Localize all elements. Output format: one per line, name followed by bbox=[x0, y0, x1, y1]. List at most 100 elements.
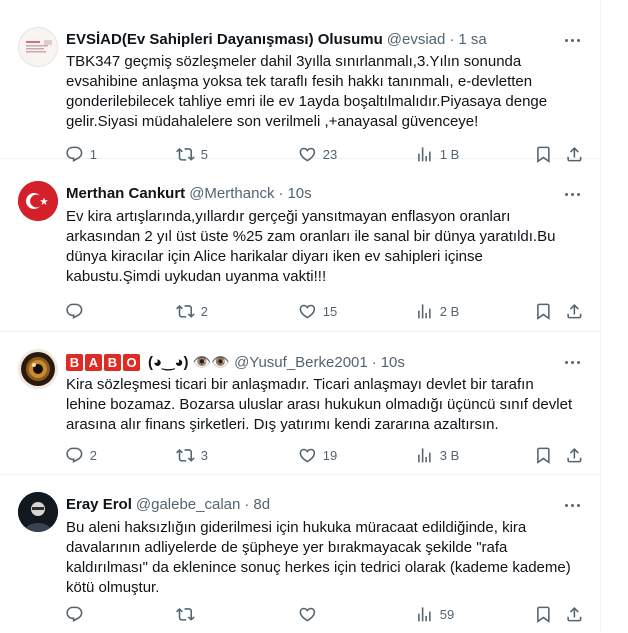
tweet-text: TBK347 geçmiş sözleşmeler dahil 3yılla s… bbox=[66, 52, 586, 132]
tweet-text-line: TBK347 geçmiş sözleşmeler dahil 3yılla s… bbox=[66, 53, 522, 70]
reply-button[interactable]: 2 bbox=[65, 446, 97, 465]
like-count: 15 bbox=[322, 303, 338, 319]
reply-feed: EVSİAD(Ev Sahipleri Dayanışması) Olusumu… bbox=[0, 0, 600, 633]
more-icon[interactable] bbox=[562, 30, 582, 50]
tweet[interactable]: Eray Erol @galebe_calan · 8d Bu aleni ha… bbox=[0, 475, 600, 633]
tweet-text-line: kötü olmuştur. bbox=[66, 579, 160, 596]
author-handle[interactable]: @Yusuf_Berke2001 bbox=[234, 354, 368, 371]
tweet[interactable]: EVSİAD(Ev Sahipleri Dayanışması) Olusumu… bbox=[0, 0, 600, 163]
bookmark-icon bbox=[534, 446, 553, 465]
timestamp[interactable]: 1 sa bbox=[458, 31, 486, 48]
tweet-text-line: kaldırılması" da eklenince sonuç herkes … bbox=[66, 559, 571, 576]
reply-count: 2 bbox=[89, 447, 97, 463]
like-button[interactable]: 15 bbox=[298, 302, 337, 321]
bookmark-icon bbox=[534, 605, 553, 624]
more-icon[interactable] bbox=[562, 352, 582, 372]
separator-dot: · bbox=[449, 31, 455, 48]
views-count: 3 B bbox=[439, 447, 460, 463]
views-button[interactable]: 3 B bbox=[415, 446, 459, 465]
tweet-text-line: dünya kiracılar için Alice harikalar diy… bbox=[66, 248, 483, 265]
avatar[interactable] bbox=[18, 27, 58, 67]
views-count: 2 B bbox=[439, 303, 460, 319]
tweet-text-line: gonderilebilecek tahliye emri ile ev 1ay… bbox=[66, 93, 548, 110]
action-bar: 59 bbox=[60, 605, 590, 625]
reply-button[interactable] bbox=[65, 302, 90, 321]
share-button[interactable] bbox=[565, 446, 584, 465]
author-handle[interactable]: @galebe_calan bbox=[136, 496, 240, 513]
tweet-text-line: gelir.Siyasi müdahalelere son verilmeli … bbox=[66, 113, 479, 130]
reply-button[interactable] bbox=[65, 605, 90, 624]
reply-icon bbox=[65, 446, 84, 465]
share-button[interactable] bbox=[565, 605, 584, 624]
views-button[interactable]: 59 bbox=[415, 605, 454, 624]
repost-count: 2 bbox=[200, 303, 208, 319]
timestamp[interactable]: 8d bbox=[253, 496, 270, 513]
separator-dot: · bbox=[244, 496, 250, 513]
heart-icon bbox=[298, 302, 317, 321]
tweet[interactable]: Merthan Cankurt @Merthanck · 10s Ev kira… bbox=[0, 159, 600, 332]
name-badge-letter: B bbox=[66, 354, 83, 371]
column-divider bbox=[600, 0, 601, 632]
heart-icon bbox=[298, 605, 317, 624]
reply-icon bbox=[65, 302, 84, 321]
author-name[interactable]: Eray Erol bbox=[66, 496, 132, 513]
avatar[interactable] bbox=[18, 492, 58, 532]
author-name-rest: (◕‿◕) 👁️👁️ bbox=[148, 354, 231, 371]
tweet-text-line: Ev kira artışlarında,yıllardır gerçeği y… bbox=[66, 208, 511, 225]
tweet-text-line: Bu aleni haksızlığın giderilmesi için hu… bbox=[66, 519, 527, 536]
share-icon bbox=[565, 605, 584, 624]
separator-dot: · bbox=[278, 185, 284, 202]
tweet-text: Kira sözleşmesi ticari bir anlaşmadır. T… bbox=[66, 375, 586, 435]
name-badge-letter: A bbox=[85, 354, 102, 371]
timestamp[interactable]: 10s bbox=[287, 185, 311, 202]
author-name[interactable]: EVSİAD(Ev Sahipleri Dayanışması) Olusumu bbox=[66, 31, 383, 48]
tweet[interactable]: B A B O (◕‿◕) 👁️👁️ @Yusuf_Berke2001 · 10s Ki… bbox=[0, 332, 600, 475]
bookmark-button[interactable] bbox=[534, 605, 553, 624]
separator-dot: · bbox=[371, 353, 377, 371]
views-icon bbox=[415, 446, 434, 465]
bookmark-button[interactable] bbox=[534, 446, 553, 465]
like-button[interactable] bbox=[298, 605, 323, 624]
views-icon bbox=[415, 302, 434, 321]
heart-icon bbox=[298, 446, 317, 465]
avatar[interactable] bbox=[18, 349, 58, 389]
name-badge-letter: O bbox=[123, 354, 140, 371]
repost-button[interactable] bbox=[176, 605, 201, 624]
tweet-text: Bu aleni haksızlığın giderilmesi için hu… bbox=[66, 518, 586, 598]
share-icon bbox=[565, 302, 584, 321]
reply-icon bbox=[65, 605, 84, 624]
author-name[interactable]: B A B O (◕‿◕) 👁️👁️ bbox=[66, 353, 230, 371]
views-button[interactable]: 2 B bbox=[415, 302, 459, 321]
tweet-text-line: davalarının adliyelerde de şüpheye yer b… bbox=[66, 539, 508, 556]
views-count: 59 bbox=[439, 606, 455, 622]
tweet-text-line: Kira sözleşmesi ticari bir anlaşmadır. T… bbox=[66, 376, 534, 393]
bookmark-icon bbox=[534, 302, 553, 321]
author-handle[interactable]: @evsiad bbox=[387, 31, 446, 48]
action-bar: 2 15 2 B bbox=[60, 302, 590, 322]
repost-icon bbox=[176, 605, 195, 624]
views-icon bbox=[415, 605, 434, 624]
action-bar: 2 3 19 3 B bbox=[60, 446, 590, 466]
repost-icon bbox=[176, 302, 195, 321]
tweet-text-line: kabustu.Şimdi uykudan uyanma vakti!!! bbox=[66, 268, 327, 285]
tweet-text-line: lehine bozamaz. Bozarsa uluslar arası hu… bbox=[66, 396, 573, 413]
author-name[interactable]: Merthan Cankurt bbox=[66, 185, 185, 202]
repost-button[interactable]: 3 bbox=[176, 446, 208, 465]
repost-count: 3 bbox=[200, 447, 208, 463]
more-icon[interactable] bbox=[562, 184, 582, 204]
share-button[interactable] bbox=[565, 302, 584, 321]
bookmark-button[interactable] bbox=[534, 302, 553, 321]
share-icon bbox=[565, 446, 584, 465]
repost-icon bbox=[176, 446, 195, 465]
name-badge-letter: B bbox=[104, 354, 121, 371]
like-count: 19 bbox=[322, 447, 338, 463]
avatar[interactable] bbox=[18, 181, 58, 221]
more-icon[interactable] bbox=[562, 495, 582, 515]
like-button[interactable]: 19 bbox=[298, 446, 337, 465]
tweet-text-line: arkasından 2 yıl üst üste %25 zam oranla… bbox=[66, 228, 556, 245]
repost-button[interactable]: 2 bbox=[176, 302, 208, 321]
timestamp[interactable]: 10s bbox=[381, 354, 405, 371]
author-handle[interactable]: @Merthanck bbox=[189, 185, 274, 202]
tweet-text-line: evsahibine anlaşma yoksa tek taraflı fes… bbox=[66, 73, 533, 90]
tweet-text: Ev kira artışlarında,yıllardır gerçeği y… bbox=[66, 207, 586, 287]
